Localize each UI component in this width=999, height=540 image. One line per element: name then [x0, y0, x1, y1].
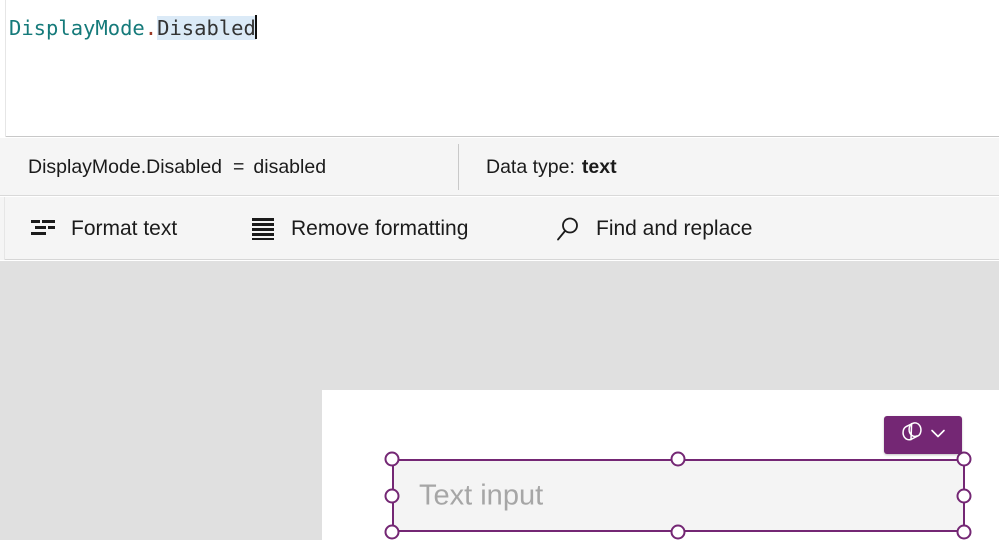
expression-text: DisplayMode.Disabled: [28, 155, 223, 178]
chevron-down-icon: [928, 423, 948, 448]
remove-formatting-icon: [249, 216, 277, 242]
control-properties-badge[interactable]: [884, 416, 962, 454]
text-caret: [254, 15, 257, 39]
format-text-button[interactable]: Format text: [29, 197, 177, 260]
expression-result: disabled: [253, 155, 327, 178]
formula-toolbar: Format text Remove formatting Find and r…: [0, 197, 999, 260]
remove-formatting-button[interactable]: Remove formatting: [249, 197, 468, 260]
find-and-replace-label: Find and replace: [596, 216, 753, 240]
equals-sign: =: [233, 155, 245, 178]
power-apps-formula-editor: DisplayMode.Disabled DisplayMode.Disable…: [0, 0, 999, 540]
formula-bar-editor[interactable]: DisplayMode.Disabled: [0, 0, 999, 137]
formula-info-bar: DisplayMode.Disabled = disabled Data typ…: [0, 138, 999, 196]
resize-handle-middle-right[interactable]: [956, 488, 972, 504]
resize-handle-top-center[interactable]: [670, 451, 686, 467]
text-input-placeholder: Text input: [419, 479, 544, 511]
expression-value-readout: DisplayMode.Disabled = disabled: [28, 138, 326, 196]
resize-handle-bottom-center[interactable]: [670, 524, 686, 540]
format-text-icon: [29, 216, 57, 242]
search-icon: [554, 216, 582, 242]
formula-token-member: Disabled: [157, 16, 256, 40]
formula-text-line[interactable]: DisplayMode.Disabled: [9, 13, 257, 43]
formula-gutter: [0, 0, 6, 137]
resize-handle-bottom-right[interactable]: [956, 524, 972, 540]
remove-formatting-label: Remove formatting: [291, 216, 469, 240]
formula-token-enum: DisplayMode: [9, 16, 145, 40]
resize-handle-top-left[interactable]: [384, 451, 400, 467]
format-text-label: Format text: [71, 216, 178, 240]
data-type-readout: Data type: text: [486, 138, 617, 196]
info-bar-divider: [458, 144, 459, 190]
power-apps-properties-icon: [899, 420, 925, 451]
toolbar-left-edge: [0, 197, 5, 260]
resize-handle-bottom-left[interactable]: [384, 524, 400, 540]
data-type-value: text: [581, 155, 617, 178]
formula-token-dot: .: [144, 16, 158, 40]
resize-handle-middle-left[interactable]: [384, 488, 400, 504]
data-type-label: Data type:: [486, 155, 575, 178]
find-and-replace-button[interactable]: Find and replace: [554, 197, 752, 260]
text-input-control[interactable]: Text input: [393, 460, 964, 531]
